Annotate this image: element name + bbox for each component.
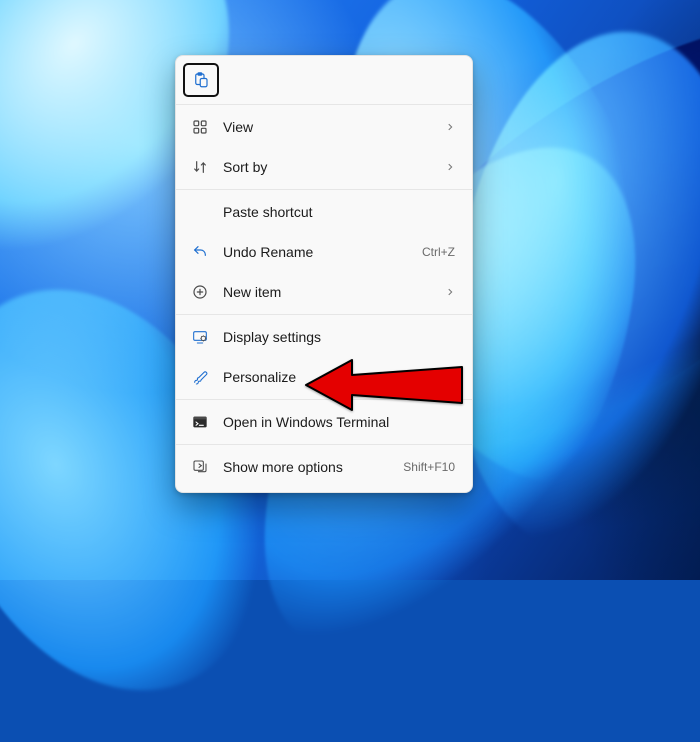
menu-item-view[interactable]: View	[181, 107, 467, 147]
paste-button[interactable]	[183, 63, 219, 97]
menu-item-show-more-options[interactable]: Show more options Shift+F10	[181, 447, 467, 487]
menu-separator	[176, 189, 472, 190]
chevron-right-icon	[445, 287, 455, 297]
sort-icon	[191, 158, 209, 176]
menu-item-label: New item	[223, 284, 431, 300]
display-settings-icon	[191, 328, 209, 346]
undo-icon	[191, 243, 209, 261]
chevron-right-icon	[445, 122, 455, 132]
menu-item-sort-by[interactable]: Sort by	[181, 147, 467, 187]
view-icon	[191, 118, 209, 136]
paste-icon	[192, 71, 210, 89]
menu-separator	[176, 314, 472, 315]
new-item-icon	[191, 283, 209, 301]
menu-item-paste-shortcut[interactable]: Paste shortcut	[181, 192, 467, 232]
menu-item-display-settings[interactable]: Display settings	[181, 317, 467, 357]
menu-item-label: Show more options	[223, 459, 389, 475]
show-more-options-icon	[191, 458, 209, 476]
personalize-icon	[191, 368, 209, 386]
menu-item-open-terminal[interactable]: Open in Windows Terminal	[181, 402, 467, 442]
menu-item-undo-rename[interactable]: Undo Rename Ctrl+Z	[181, 232, 467, 272]
menu-item-accelerator: Shift+F10	[403, 460, 455, 474]
menu-item-label: Sort by	[223, 159, 431, 175]
menu-item-label: Paste shortcut	[223, 204, 455, 220]
menu-item-new-item[interactable]: New item	[181, 272, 467, 312]
menu-separator	[176, 104, 472, 105]
desktop-context-menu: View Sort by Paste shortcut Und	[175, 55, 473, 493]
menu-item-personalize[interactable]: Personalize	[181, 357, 467, 397]
menu-item-label: View	[223, 119, 431, 135]
terminal-icon	[191, 413, 209, 431]
menu-separator	[176, 444, 472, 445]
chevron-right-icon	[445, 162, 455, 172]
menu-item-accelerator: Ctrl+Z	[422, 245, 455, 259]
menu-item-label: Display settings	[223, 329, 455, 345]
menu-item-label: Open in Windows Terminal	[223, 414, 455, 430]
menu-item-label: Personalize	[223, 369, 455, 385]
context-menu-icon-bar	[181, 61, 467, 102]
menu-separator	[176, 399, 472, 400]
menu-item-label: Undo Rename	[223, 244, 408, 260]
